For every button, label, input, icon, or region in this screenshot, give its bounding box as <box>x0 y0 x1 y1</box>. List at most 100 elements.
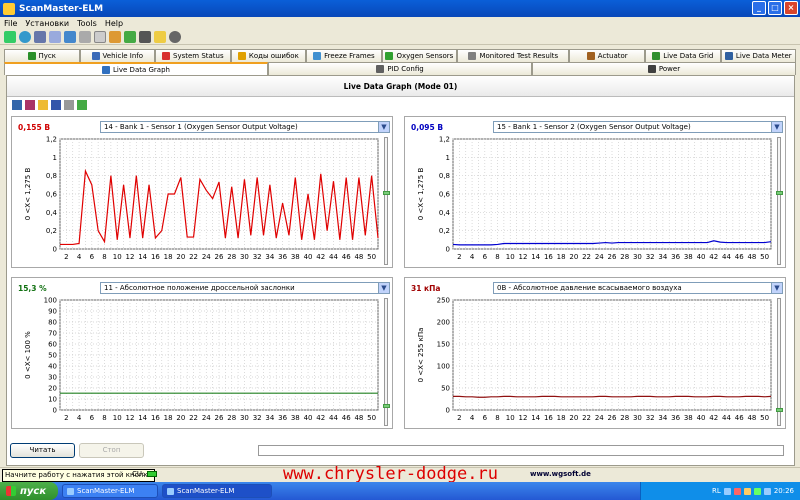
tab-oxygen-sensors[interactable]: Oxygen Sensors <box>381 49 458 62</box>
tray-icon[interactable] <box>743 487 751 495</box>
series-line <box>453 395 772 398</box>
panel-title: Live Data Graph (Mode 01) <box>7 76 794 97</box>
slider-handle[interactable] <box>383 404 390 409</box>
taskbar: пуск ScanMaster-ELM ScanMaster-ELM RL 20… <box>0 482 800 500</box>
oxygen-icon <box>385 52 394 60</box>
x-tick-label: 42 <box>316 414 325 422</box>
x-tick-label: 4 <box>77 253 82 261</box>
x-tick-label: 16 <box>151 253 160 261</box>
slider-handle[interactable] <box>776 408 783 413</box>
x-tick-label: 6 <box>90 414 95 422</box>
folder-icon[interactable] <box>154 30 166 43</box>
chevron-down-icon[interactable]: ▼ <box>771 122 782 132</box>
menu-help[interactable]: Help <box>101 19 127 28</box>
monitor-icon[interactable] <box>139 30 151 43</box>
line-chart: 01020304050607080901002 4 6 8 10 12 14 16 18 20 22… <box>24 297 379 422</box>
title-bar: ScanMaster-ELM _ □ × <box>0 0 800 17</box>
graph-value: 15,3 % <box>18 284 47 293</box>
volume-icon[interactable] <box>763 487 771 495</box>
read-button[interactable]: Читать <box>10 443 75 458</box>
tab-monitored-test-results[interactable]: Monitored Test Results <box>457 49 570 62</box>
graph-panel-1: 0,155 В 14 - Bank 1 - Sensor 1 (Oxygen S… <box>11 116 393 268</box>
taskbar-item-active[interactable]: ScanMaster-ELM <box>162 484 272 498</box>
report-icon[interactable] <box>94 30 106 43</box>
menu-tools[interactable]: Tools <box>73 19 101 28</box>
x-tick-label: 28 <box>620 414 629 422</box>
chevron-down-icon[interactable]: ▼ <box>378 283 389 293</box>
tab-freeze-frames[interactable]: Freeze Frames <box>306 49 382 62</box>
tab-vehicle-info[interactable]: Vehicle Info <box>79 49 156 62</box>
y-tick-label: 50 <box>48 352 57 360</box>
slider-handle[interactable] <box>383 191 390 196</box>
chevron-down-icon[interactable]: ▼ <box>771 283 782 293</box>
x-tick-label: 16 <box>544 414 553 422</box>
pid-select[interactable]: 11 - Абсолютное положение дроссельной за… <box>100 282 390 294</box>
tab-trouble-codes[interactable]: Коды ошибок <box>230 49 307 62</box>
start-button[interactable]: пуск <box>0 482 58 500</box>
x-tick-label: 44 <box>722 253 731 261</box>
graph-value: 31 кПа <box>411 284 441 293</box>
graph-panel-4: 31 кПа 0B - Абсолютное давление всасывае… <box>404 277 786 429</box>
x-tick-label: 30 <box>240 253 249 261</box>
x-tick-label: 46 <box>735 253 744 261</box>
x-tick-label: 18 <box>557 414 566 422</box>
pid-select[interactable]: 14 - Bank 1 - Sensor 1 (Oxygen Sensor Ou… <box>100 121 390 133</box>
cu-label: CU: <box>132 470 145 478</box>
x-tick-label: 50 <box>760 253 769 261</box>
scale-slider[interactable] <box>776 137 783 265</box>
chevron-down-icon[interactable]: ▼ <box>378 122 389 132</box>
device-icon[interactable] <box>79 30 91 43</box>
website-link[interactable]: www.wgsoft.de <box>530 470 591 478</box>
tab-live-data-grid[interactable]: Live Data Grid <box>645 49 721 62</box>
export-icon[interactable] <box>77 100 87 110</box>
maximize-button[interactable]: □ <box>768 1 782 15</box>
tab-live-data-graph[interactable]: Live Data Graph <box>4 62 268 75</box>
scale-slider[interactable] <box>383 137 390 265</box>
tab-pid-config[interactable]: PID Config <box>268 62 532 75</box>
tray-icon[interactable] <box>733 487 741 495</box>
grid-icon[interactable] <box>49 30 61 43</box>
scale-slider[interactable] <box>383 298 390 426</box>
open-icon[interactable] <box>38 100 48 110</box>
minimize-button[interactable]: _ <box>752 1 766 15</box>
tray-icon[interactable] <box>753 487 761 495</box>
tab-actuator[interactable]: Actuator <box>569 49 645 62</box>
slider-handle[interactable] <box>776 191 783 196</box>
menu-file[interactable]: File <box>0 19 21 28</box>
add-graph-icon[interactable] <box>12 100 22 110</box>
x-tick-label: 20 <box>569 414 578 422</box>
tray-icon[interactable] <box>723 487 731 495</box>
print-icon[interactable] <box>64 100 74 110</box>
close-button[interactable]: × <box>784 1 798 15</box>
table-icon[interactable] <box>64 30 76 43</box>
save-icon[interactable] <box>51 100 61 110</box>
x-tick-label: 26 <box>215 253 224 261</box>
globe-icon[interactable] <box>19 30 31 43</box>
tab-power[interactable]: Power <box>532 62 796 75</box>
menu-settings[interactable]: Установки <box>21 19 73 28</box>
taskbar-item[interactable]: ScanMaster-ELM <box>62 484 158 498</box>
x-tick-label: 22 <box>189 414 198 422</box>
x-tick-label: 18 <box>164 414 173 422</box>
y-tick-label: 0,6 <box>439 191 451 199</box>
connect-icon[interactable] <box>4 30 16 43</box>
x-tick-label: 2 <box>64 414 68 422</box>
disk-icon[interactable] <box>169 30 181 43</box>
x-tick-label: 46 <box>342 253 351 261</box>
chart-icon[interactable] <box>124 30 136 43</box>
clipboard-icon[interactable] <box>109 30 121 43</box>
x-tick-label: 6 <box>483 414 488 422</box>
pid-select[interactable]: 15 - Bank 1 - Sensor 2 (Oxygen Sensor Ou… <box>493 121 783 133</box>
list-icon[interactable] <box>34 30 46 43</box>
y-tick-label: 0 <box>53 407 57 415</box>
scale-slider[interactable] <box>776 298 783 426</box>
tab-live-data-meter[interactable]: Live Data Meter <box>720 49 797 62</box>
pid-select[interactable]: 0B - Абсолютное давление всасываемого во… <box>493 282 783 294</box>
tab-start[interactable]: Пуск <box>4 49 80 62</box>
remove-graph-icon[interactable] <box>25 100 35 110</box>
tab-system-status[interactable]: System Status <box>155 49 231 62</box>
language-indicator[interactable]: RL <box>712 487 721 495</box>
stop-button[interactable]: Стоп <box>79 443 144 458</box>
x-tick-label: 24 <box>595 253 604 261</box>
x-tick-label: 22 <box>189 253 198 261</box>
